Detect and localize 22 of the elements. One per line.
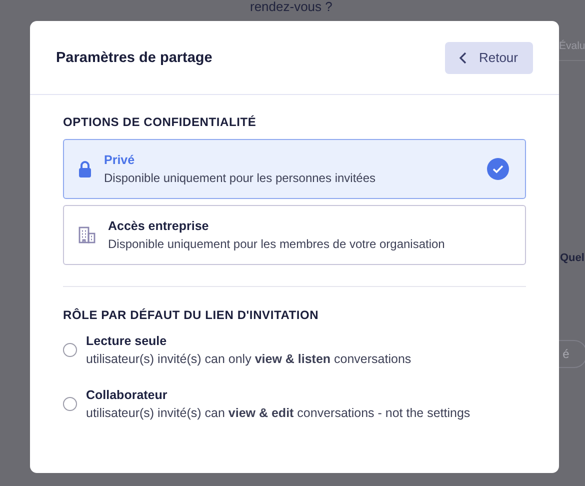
role-description: utilisateur(s) invité(s) can view & edit conversations - not the settings [86,406,472,420]
option-title: Accès entreprise [108,219,210,233]
privacy-option[interactable]: Privé Disponible uniquement pour les personnes invitées [63,139,526,199]
chevron-left-icon [458,52,467,64]
lock-icon [78,160,92,178]
building-icon [78,226,96,244]
page-heading: rendez-vous ? [250,0,332,14]
checkmark-icon [487,158,509,180]
section-heading: OPTIONS DE CONFIDENTIALITÉ [63,115,258,129]
option-description: Disponible uniquement pour les membres de votre organisation [108,237,446,251]
section-heading: RÔLE PAR DÉFAUT DU LIEN D'INVITATION [63,308,320,322]
role-description: utilisateur(s) invité(s) can only view & listen conversations [86,352,412,366]
radio-button[interactable] [63,397,77,411]
option-title: Privé [104,153,136,167]
privacy-option[interactable]: Accès entreprise Disponible uniquement pour les membres de votre organisation [63,205,526,265]
option-description: Disponible uniquement pour les personnes invitées [104,171,376,185]
role-title: Lecture seule [86,334,168,348]
role-title: Collaborateur [86,388,168,402]
back-button[interactable]: Retour [444,42,533,74]
dialog-title: Paramètres de partage [56,50,212,66]
question-text: Quel [560,252,584,264]
radio-button[interactable] [63,343,77,357]
